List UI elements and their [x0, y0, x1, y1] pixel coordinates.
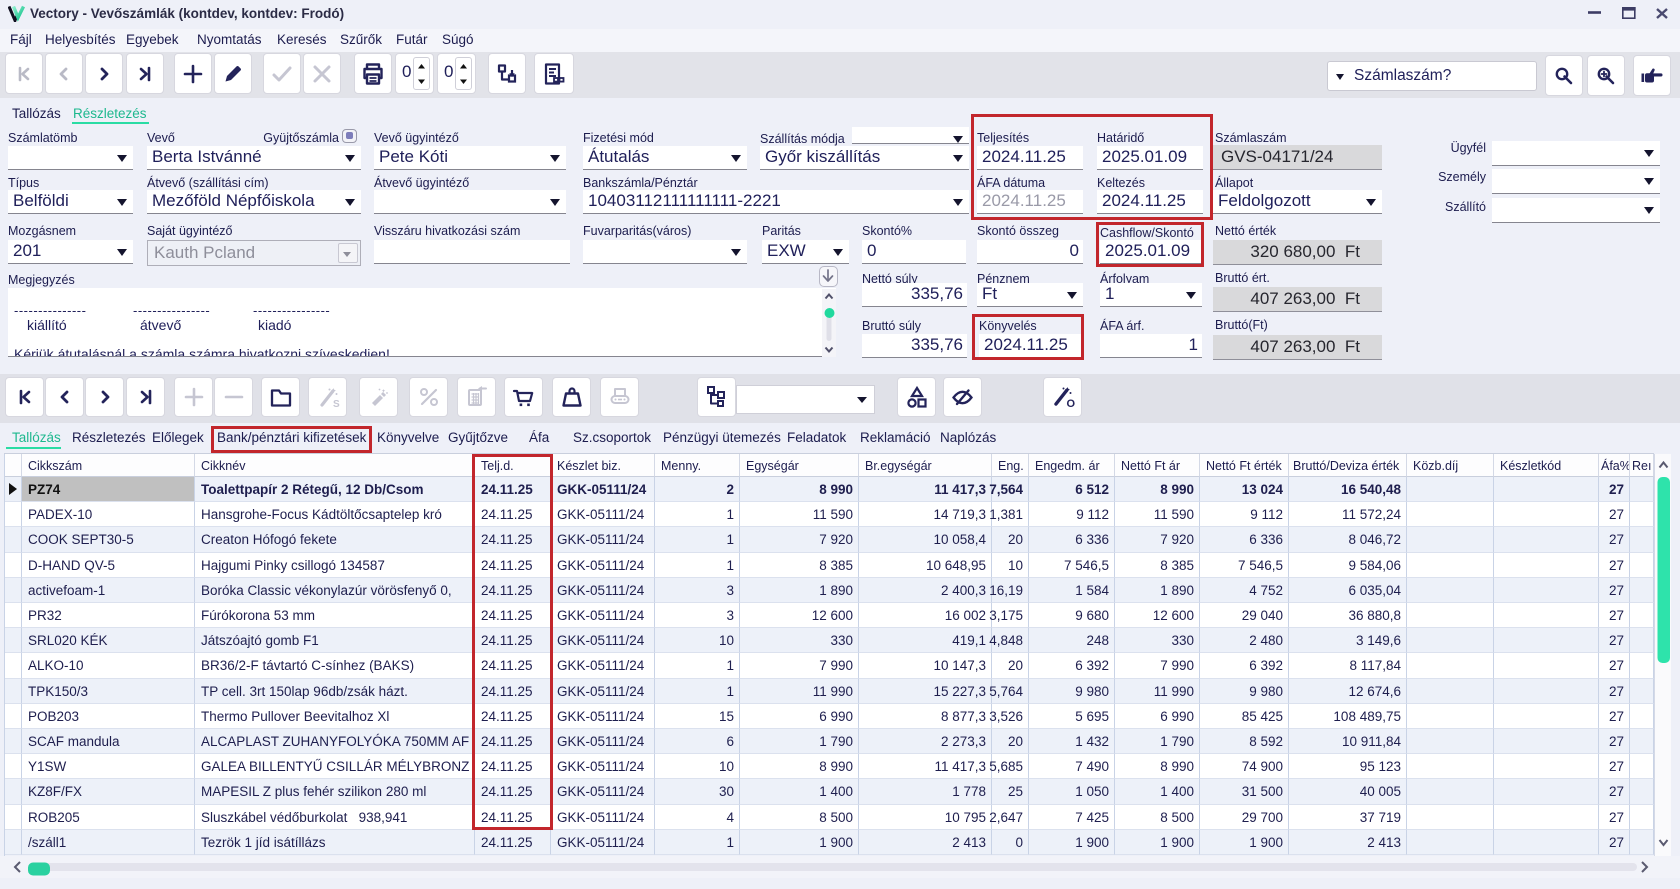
- svg-text:O: O: [1066, 398, 1075, 409]
- svg-text:S: S: [333, 399, 340, 409]
